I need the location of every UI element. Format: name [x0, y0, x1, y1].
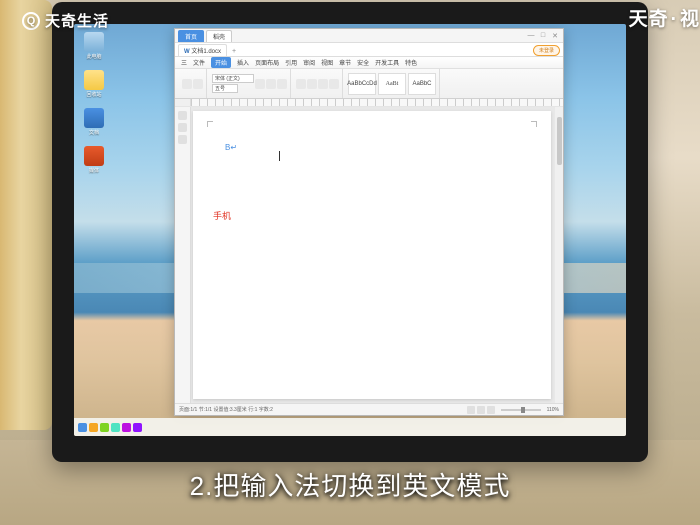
taskbar-app3[interactable] — [111, 423, 120, 432]
view-read-icon[interactable] — [477, 406, 485, 414]
menu-insert[interactable]: 插入 — [237, 58, 249, 67]
login-pill[interactable]: 未登录 — [533, 45, 560, 56]
vertical-scrollbar[interactable] — [555, 107, 563, 403]
monitor-frame: 此电脑 回收站 文档 媒体 首页 稻壳 — □ ✕ W 文档1.docx — [52, 2, 648, 462]
window-controls: — □ ✕ — [526, 32, 560, 40]
document-text: 手机 — [213, 209, 519, 222]
desktop-icon-media[interactable]: 媒体 — [80, 146, 108, 174]
italic-icon[interactable] — [266, 79, 276, 89]
document-page[interactable]: B↵ 手机 — [193, 111, 551, 399]
watermark-right: 天奇·视 — [629, 4, 700, 31]
style-heading2[interactable]: AaBbC — [408, 73, 436, 95]
font-size-select[interactable]: 五号 — [212, 84, 238, 93]
doc-tab[interactable]: W 文档1.docx — [178, 44, 227, 56]
ribbon-clipboard-group — [179, 69, 207, 98]
new-tab-button[interactable]: + — [228, 47, 240, 56]
menu-special[interactable]: 特色 — [405, 58, 417, 67]
paste-icon[interactable] — [182, 79, 192, 89]
document-tabbar: W 文档1.docx + 未登录 — [175, 43, 563, 57]
cut-icon[interactable] — [193, 79, 203, 89]
zoom-percent[interactable]: 110% — [547, 407, 559, 413]
paragraph-mark: B↵ — [225, 143, 237, 152]
style-normal[interactable]: AaBbCcDd — [348, 73, 376, 95]
menu-layout[interactable]: 页面布局 — [255, 58, 279, 67]
font-name-select[interactable]: 宋体 (正文) — [212, 74, 254, 83]
align-right-icon[interactable] — [318, 79, 328, 89]
zoom-slider[interactable] — [501, 409, 541, 411]
desktop-icon-computer[interactable]: 此电脑 — [80, 32, 108, 60]
caption-subtitle: 2.把输入法切换到英文模式 — [0, 466, 700, 503]
max-button[interactable]: □ — [538, 32, 548, 40]
menu-view[interactable]: 视图 — [321, 58, 333, 67]
taskbar-app4[interactable] — [122, 423, 131, 432]
scrollbar-thumb[interactable] — [557, 117, 562, 165]
status-page-info: 页面:1/1 节:1/1 设置值:3.3厘米 行:1 字数:2 — [179, 406, 273, 413]
desktop-icon-doc[interactable]: 文档 — [80, 108, 108, 136]
vertical-toolbar — [175, 107, 191, 403]
menubar: 三 文件 开始 插入 页面布局 引用 审阅 视图 章节 安全 开发工具 特色 — [175, 57, 563, 69]
close-button[interactable]: ✕ — [550, 32, 560, 40]
ribbon-styles-group: AaBbCcDd AaBt AaBbC — [345, 69, 440, 98]
menu-file[interactable]: 文件 — [193, 58, 205, 67]
ribbon: 宋体 (正文) 五号 AaBbCcDd AaBt — [175, 69, 563, 99]
menu-hamburger-icon[interactable]: 三 — [181, 58, 187, 67]
status-bar: 页面:1/1 节:1/1 设置值:3.3厘米 行:1 字数:2 110% — [175, 403, 563, 415]
menu-section[interactable]: 章节 — [339, 58, 351, 67]
menu-references[interactable]: 引用 — [285, 58, 297, 67]
titlebar-other-tab[interactable]: 稻壳 — [206, 30, 232, 42]
menu-review[interactable]: 审阅 — [303, 58, 315, 67]
min-button[interactable]: — — [526, 32, 536, 40]
desktop-screen: 此电脑 回收站 文档 媒体 首页 稻壳 — □ ✕ W 文档1.docx — [74, 24, 626, 436]
desktop-icon-recycle[interactable]: 回收站 — [80, 70, 108, 98]
crop-mark-tr — [531, 121, 537, 127]
bullets-icon[interactable] — [329, 79, 339, 89]
nav-icon[interactable] — [178, 111, 187, 120]
desktop-icons: 此电脑 回收站 文档 媒体 — [80, 32, 108, 174]
document-area: B↵ 手机 — [175, 107, 563, 403]
watermark-left-text: 天奇生活 — [45, 10, 109, 31]
taskbar-app2[interactable] — [100, 423, 109, 432]
menu-home[interactable]: 开始 — [211, 57, 231, 68]
align-left-icon[interactable] — [296, 79, 306, 89]
style-heading1[interactable]: AaBt — [378, 73, 406, 95]
select-icon[interactable] — [178, 135, 187, 144]
ribbon-paragraph-group — [293, 69, 343, 98]
wps-window: 首页 稻壳 — □ ✕ W 文档1.docx + 未登录 三 — [174, 28, 564, 416]
align-center-icon[interactable] — [307, 79, 317, 89]
ribbon-font-group: 宋体 (正文) 五号 — [209, 69, 291, 98]
titlebar-home-tab[interactable]: 首页 — [178, 30, 204, 42]
horizontal-ruler[interactable] — [175, 99, 563, 107]
bold-icon[interactable] — [255, 79, 265, 89]
view-web-icon[interactable] — [487, 406, 495, 414]
underline-icon[interactable] — [277, 79, 287, 89]
view-mode-icons — [467, 406, 495, 414]
start-button[interactable] — [78, 423, 87, 432]
logo-icon: Q — [22, 12, 40, 30]
taskbar[interactable] — [74, 418, 626, 436]
word-icon: W — [184, 49, 190, 55]
watermark-left: Q 天奇生活 — [22, 10, 109, 31]
outline-icon[interactable] — [178, 123, 187, 132]
crop-mark-tl — [207, 121, 213, 127]
text-caret — [279, 151, 280, 161]
view-print-icon[interactable] — [467, 406, 475, 414]
taskbar-app5[interactable] — [133, 423, 142, 432]
menu-security[interactable]: 安全 — [357, 58, 369, 67]
taskbar-app1[interactable] — [89, 423, 98, 432]
wps-titlebar[interactable]: 首页 稻壳 — □ ✕ — [175, 29, 563, 43]
menu-dev[interactable]: 开发工具 — [375, 58, 399, 67]
